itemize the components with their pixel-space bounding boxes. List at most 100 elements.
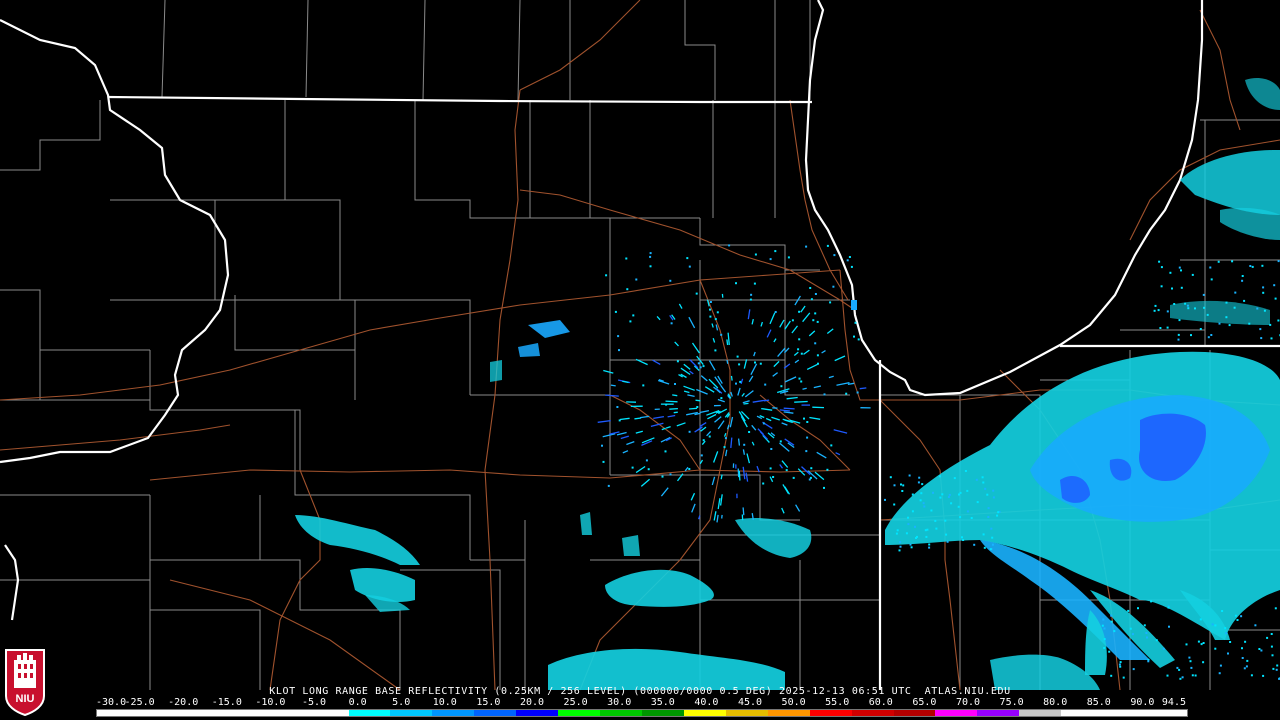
echo-speckle xyxy=(783,389,786,392)
echo-speckle xyxy=(948,493,951,496)
scale-tick-label: 50.0 xyxy=(781,697,806,708)
echo-speckle xyxy=(992,489,995,492)
echo-speckle xyxy=(970,517,973,519)
echo-speckle xyxy=(716,311,719,314)
echo-speckle xyxy=(649,265,652,268)
echo-speckle xyxy=(1225,301,1228,304)
echo-speckle xyxy=(823,393,826,396)
echo-speckle xyxy=(939,496,942,499)
echo-speckle xyxy=(901,490,904,492)
echo-speckle xyxy=(1154,304,1157,307)
echo-speckle xyxy=(754,361,756,364)
echo-speckle xyxy=(1166,674,1169,677)
colorbar-swatch xyxy=(725,710,768,716)
clutter-spoke xyxy=(695,399,701,402)
echo-speckle xyxy=(1274,607,1277,610)
echo-speckle xyxy=(688,265,691,268)
echo-speckle xyxy=(774,250,777,253)
colorbar-swatch xyxy=(935,710,978,716)
echo-speckle xyxy=(1110,620,1113,623)
echo-speckle xyxy=(925,535,928,538)
echo-speckle xyxy=(748,431,751,433)
echo-speckle xyxy=(1127,609,1130,612)
echo-speckle xyxy=(983,546,986,549)
echo-speckle xyxy=(944,519,947,522)
echo-speckle xyxy=(957,505,960,508)
echo-speckle xyxy=(981,476,984,479)
scale-tick-label: 80.0 xyxy=(1043,697,1068,708)
echo-speckle xyxy=(602,460,605,463)
echo-speckle xyxy=(792,476,795,479)
echo-speckle xyxy=(1210,278,1213,281)
echo-speckle xyxy=(896,529,899,532)
clutter-spoke xyxy=(726,339,729,346)
echo-speckle xyxy=(1240,615,1243,618)
echo-speckle xyxy=(1202,661,1205,664)
echo-speckle xyxy=(895,532,898,535)
echo-speckle xyxy=(1110,674,1113,677)
echo-speckle xyxy=(1146,636,1148,639)
echo-speckle xyxy=(769,258,772,261)
echo-speckle xyxy=(736,355,739,358)
echo-speckle xyxy=(1243,667,1246,670)
echo-speckle xyxy=(991,543,994,546)
clutter-spoke xyxy=(610,384,616,387)
scale-tick-label: 94.5 xyxy=(1161,697,1186,708)
echo-speckle xyxy=(907,516,909,519)
echo-speckle xyxy=(714,318,717,321)
echo-speckle xyxy=(601,444,603,447)
radar-map xyxy=(0,0,1280,720)
colorbar-swatch xyxy=(977,710,1020,716)
echo-speckle xyxy=(647,468,650,471)
echo-speckle xyxy=(832,285,835,288)
echo-speckle xyxy=(1190,334,1192,337)
echo-speckle xyxy=(1188,656,1191,659)
echo-speckle xyxy=(806,421,809,423)
echo-speckle xyxy=(803,417,805,420)
echo-speckle xyxy=(1185,643,1188,646)
scale-tick-label: 55.0 xyxy=(825,697,850,708)
echo-speckle xyxy=(945,533,948,536)
echo-speckle xyxy=(702,439,705,442)
echo-speckle xyxy=(642,384,645,387)
echo-speckle xyxy=(1178,319,1181,322)
echo-speckle xyxy=(1228,324,1231,327)
echo-speckle xyxy=(709,301,712,303)
echo-speckle xyxy=(814,342,817,345)
colorbar-swatch xyxy=(348,710,391,716)
echo-speckle xyxy=(914,525,916,528)
echo-speckle xyxy=(626,288,629,291)
echo-speckle xyxy=(996,514,999,517)
echo-speckle xyxy=(1256,307,1259,310)
echo-speckle xyxy=(1241,275,1244,277)
echo-speckle xyxy=(947,496,950,498)
echo-speckle xyxy=(1122,676,1125,679)
echo-speckle xyxy=(893,503,896,506)
clutter-spoke xyxy=(730,375,733,381)
echo-speckle xyxy=(797,348,800,351)
echo-speckle xyxy=(1260,337,1263,340)
echo-speckle xyxy=(629,320,632,323)
echo-speckle xyxy=(1194,674,1197,677)
echo-speckle xyxy=(1224,627,1227,630)
echo-speckle xyxy=(1263,309,1266,312)
echo-speckle xyxy=(1275,668,1278,671)
scale-tick-label: 30.0 xyxy=(607,697,632,708)
echo-speckle xyxy=(1270,337,1273,340)
echo-speckle xyxy=(928,546,931,549)
echo-speckle xyxy=(774,311,777,313)
clutter-spoke xyxy=(738,470,741,481)
clutter-spoke xyxy=(743,402,749,405)
echo-speckle xyxy=(1249,265,1252,267)
colorbar-swatch xyxy=(222,710,265,716)
scale-labels: -30.0 -25.0 -20.0 -15.0 -10.0 -5.0 0.0 5.0 10.0 1… xyxy=(96,697,1186,709)
echo-speckle xyxy=(1261,264,1264,267)
echo-speckle xyxy=(772,476,775,478)
echo-speckle xyxy=(986,493,989,496)
echo-speckle xyxy=(764,383,767,386)
echo-speckle xyxy=(1190,666,1193,669)
colorbar-swatch xyxy=(641,710,684,716)
clutter-spoke xyxy=(763,399,770,402)
echo-speckle xyxy=(976,501,979,504)
colorbar-swatch xyxy=(767,710,810,716)
